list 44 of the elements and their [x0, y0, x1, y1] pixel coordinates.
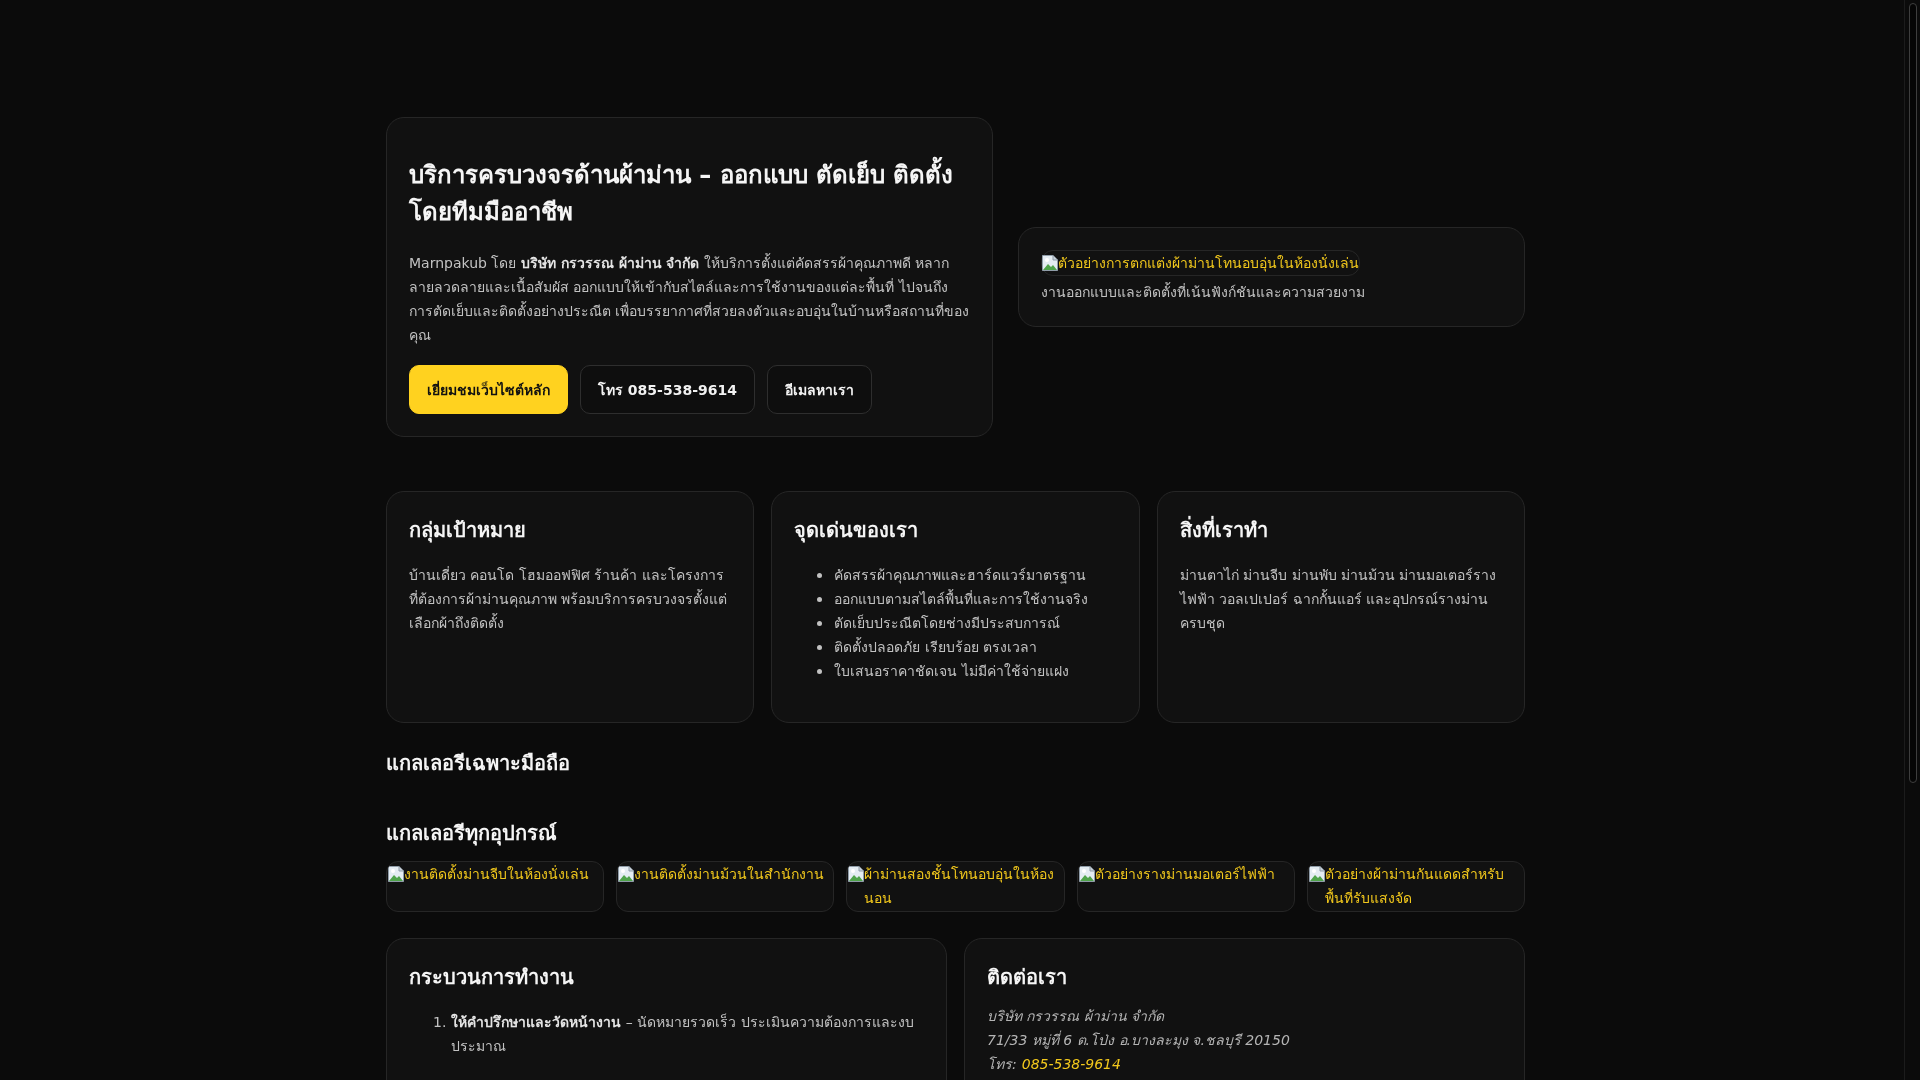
- step-number: 1.: [433, 1013, 447, 1032]
- card-text: ม่านตาไก่ ม่านจีบ ม่านพับ ม่านม้วน ม่านมอเตอร์รางไฟฟ้า วอลเปเปอร์ ฉากกั้นแอร์ และอุปกรณ์รางม่านครบชุด: [1179, 566, 1498, 634]
- card-title: สิ่งที่เราทำ: [1179, 515, 1269, 544]
- phone-link[interactable]: 085-538-9614: [1021, 1052, 1121, 1076]
- broken-image-icon: [1308, 866, 1325, 882]
- broken-image-icon: [1042, 255, 1058, 271]
- scrollbar-thumb[interactable]: [1908, 3, 1917, 783]
- list-item-text: ตัดเย็บประณีตโดยช่างมีประสบการณ์: [834, 613, 1061, 633]
- company-name: บริษัท กรวรรณ ผ้าม่าน จำกัด: [987, 1007, 1165, 1026]
- list-item-text: คัดสรรผ้าคุณภาพและฮาร์ดแวร์มาตรฐาน: [834, 566, 1087, 586]
- list-item-text: ออกแบบตามสไตล์พื้นที่และการใช้งานจริง: [834, 588, 1089, 609]
- step-text: ให้คำปรึกษาและวัดหน้างาน – นัดหมายรวดเร็ว ประเมินความต้องการและงบประมาณ: [451, 1012, 915, 1056]
- intro-paragraph: Marnpakub โดย บริษัท กรวรรณ ผ้าม่าน จำกัด ให้บริการตั้งแต่คัดสรรผ้าคุณภาพดี หลากลายลวดลายและเนื้อสัมผัส ออกแบบให้เข้ากับสไตล์และการใช้งานของแต่ละพื้นที่ ไปจนถึงการตัดเย็บและติดตั้งอย่างประณีต เพื่อบรรยากาศที่สวยลงตัวและอบอุ่นในบ้านหรือสถานที่ของคุณ: [409, 252, 970, 346]
- address-text: 71/33 หมู่ที่ 6 ต.โป่ง อ.บางละมุง จ.ชลบุรี 20150: [987, 1029, 1290, 1051]
- website-button[interactable]: เยี่ยมชมเว็บไซต์หลัก: [409, 365, 568, 414]
- list-item-text: ติดตั้งปลอดภัย เรียบร้อย ตรงเวลา: [834, 636, 1038, 657]
- image-alt-text: ตัวอย่างผ้าม่านกันแดดสำหรับพื้นที่รับแสงจัด: [1324, 865, 1505, 908]
- list-item-text: ใบเสนอราคาชัดเจน ไม่มีค่าใช้จ่ายแฝง: [834, 662, 1069, 681]
- card-text: บ้านเดี่ยว คอนโด โฮมออฟฟิศ ร้านค้า และโครงการที่ต้องการผ้าม่านคุณภาพ พร้อมบริการครบวงจรตั้งแต่เลือกผ้าถึงติดตั้ง: [409, 565, 729, 633]
- broken-image-icon: [1078, 866, 1095, 882]
- image-alt-text: งานติดตั้งม่านม้วนในสำนักงาน: [634, 863, 826, 884]
- card-title: ติดต่อเรา: [987, 964, 1068, 991]
- bullet-icon: [817, 596, 823, 602]
- image-alt-text: งานติดตั้งม่านจีบในห้องนั่งเล่น: [404, 863, 590, 884]
- card-title: กลุ่มเป้าหมาย: [409, 517, 527, 545]
- bullet-icon: [817, 620, 823, 626]
- email-button[interactable]: อีเมลหาเรา: [766, 365, 872, 414]
- bullet-icon: [817, 668, 823, 674]
- broken-image-icon: [388, 866, 404, 882]
- bullet-icon: [817, 644, 823, 650]
- bullet-icon: [817, 572, 823, 578]
- broken-image-icon: [848, 866, 865, 882]
- image-caption: งานออกแบบและติดตั้งที่เน้นฟังก์ชันและความสวยงาม: [1041, 281, 1366, 302]
- image-alt-text: ผ้าม่านสองชั้นโทนอบอุ่นในห้องนอน: [864, 863, 1056, 908]
- card-title: กระบวนการทำงาน: [409, 964, 575, 991]
- section-title: แกลเลอรีเฉพาะมือถือ: [386, 750, 571, 777]
- phone-button[interactable]: โทร 085-538-9614: [580, 365, 755, 414]
- hero-title: บริการครบวงจรด้านผ้าม่าน – ออกแบบ ตัดเย็บ ติดตั้ง โดยทีมมืออาชีพ: [409, 157, 970, 231]
- phone-label: โทร:: [987, 1055, 1017, 1074]
- image-alt-text: ตัวอย่างรางม่านมอเตอร์ไฟฟ้า: [1094, 865, 1276, 884]
- section-title: แกลเลอรีทุกอุปกรณ์: [386, 820, 558, 848]
- image-alt-text: ตัวอย่างการตกแต่งผ้าม่านโทนอบอุ่นในห้องนั่งเล่น: [1058, 253, 1359, 274]
- card-title: จุดเด่นของเรา: [794, 517, 920, 545]
- broken-image-icon: [618, 866, 635, 882]
